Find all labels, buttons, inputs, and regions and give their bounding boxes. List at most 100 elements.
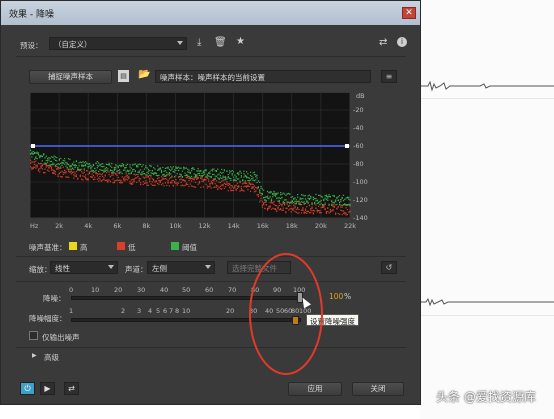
data-point bbox=[268, 197, 270, 200]
data-point bbox=[53, 155, 55, 157]
title-bar: 效果 - 降噪 ✕ bbox=[1, 1, 420, 25]
data-point bbox=[255, 174, 257, 176]
data-point bbox=[43, 163, 45, 165]
data-point bbox=[210, 176, 212, 179]
data-point bbox=[150, 165, 152, 168]
advanced-toggle[interactable]: 高级 bbox=[44, 352, 59, 363]
data-point bbox=[167, 173, 169, 175]
data-point bbox=[66, 176, 68, 178]
loop-icon[interactable]: ⇄ bbox=[64, 382, 79, 395]
data-point bbox=[222, 177, 224, 179]
chevron-right-icon[interactable]: ▶ bbox=[32, 352, 37, 359]
data-point bbox=[252, 177, 254, 179]
data-point bbox=[77, 168, 79, 170]
data-point bbox=[71, 163, 74, 165]
data-point bbox=[71, 167, 74, 169]
data-point bbox=[139, 173, 142, 175]
data-point bbox=[122, 177, 125, 179]
y-tick-label: -120 bbox=[353, 196, 368, 204]
routing-icon[interactable]: ⇄ bbox=[379, 37, 387, 48]
data-point bbox=[92, 164, 95, 166]
data-point bbox=[193, 178, 195, 180]
data-point bbox=[270, 208, 273, 210]
data-point bbox=[162, 183, 164, 185]
data-point bbox=[109, 176, 112, 178]
curve-handle-left bbox=[31, 144, 35, 148]
data-point bbox=[185, 182, 187, 184]
data-point bbox=[235, 184, 237, 186]
data-point bbox=[214, 170, 216, 172]
data-point bbox=[107, 181, 109, 183]
data-point bbox=[60, 167, 62, 169]
close-button[interactable]: 关闭 bbox=[352, 382, 404, 396]
data-point bbox=[221, 180, 223, 182]
data-point bbox=[228, 186, 231, 188]
preset-dropdown[interactable]: （自定义） bbox=[49, 37, 187, 50]
data-point bbox=[251, 187, 253, 190]
channel-dropdown[interactable]: 左侧 bbox=[147, 261, 215, 274]
data-point bbox=[191, 168, 193, 170]
data-point bbox=[81, 178, 83, 180]
data-point bbox=[92, 178, 95, 180]
data-point bbox=[269, 192, 271, 194]
trash-icon[interactable]: 🗑 bbox=[214, 37, 227, 48]
data-point bbox=[277, 206, 279, 208]
data-point bbox=[137, 176, 139, 178]
data-point bbox=[159, 179, 161, 182]
data-point bbox=[126, 174, 129, 176]
data-point bbox=[31, 151, 33, 153]
data-point bbox=[45, 162, 47, 165]
data-point bbox=[121, 172, 123, 175]
data-point bbox=[138, 163, 140, 165]
data-point bbox=[260, 197, 262, 199]
data-point bbox=[253, 174, 256, 176]
info-icon[interactable]: i bbox=[397, 37, 407, 47]
noise-graph[interactable]: dB -20 -40 -60 -80 -100 -120 -140 Hz 2k 4k 6k 8k 10k 1… bbox=[30, 92, 371, 237]
tick-label: 4 bbox=[148, 307, 153, 315]
save-preset-icon[interactable]: ⤓ bbox=[197, 37, 201, 48]
data-point bbox=[240, 175, 242, 177]
data-point bbox=[143, 177, 146, 179]
data-point bbox=[291, 200, 294, 202]
close-icon[interactable]: ✕ bbox=[402, 7, 416, 19]
data-point bbox=[230, 190, 232, 192]
noise-sample-field[interactable]: 噪声样本：噪声样本的当前设置 bbox=[155, 70, 371, 83]
data-point bbox=[146, 167, 148, 169]
data-point bbox=[308, 205, 311, 207]
data-point bbox=[222, 185, 224, 187]
apply-button[interactable]: 应用 bbox=[288, 382, 342, 396]
play-icon[interactable]: ▶ bbox=[40, 382, 55, 395]
data-point bbox=[44, 157, 46, 159]
data-point bbox=[52, 164, 54, 166]
data-point bbox=[323, 204, 325, 206]
data-point bbox=[316, 209, 318, 211]
graph-menu-icon[interactable]: ≡ bbox=[381, 70, 397, 83]
scale-dropdown[interactable]: 线性 bbox=[50, 261, 118, 274]
data-point bbox=[247, 185, 249, 187]
capture-noise-print-button[interactable]: 捕捉噪声样本 bbox=[29, 70, 112, 84]
data-point bbox=[332, 210, 334, 212]
data-point bbox=[33, 163, 36, 165]
data-point bbox=[126, 163, 129, 165]
data-point bbox=[126, 169, 129, 171]
data-point bbox=[230, 179, 232, 181]
data-point bbox=[217, 188, 219, 191]
star-icon[interactable]: ★ bbox=[236, 36, 245, 47]
data-point bbox=[37, 154, 40, 156]
reset-curve-icon[interactable]: ↺ bbox=[381, 261, 397, 274]
save-noise-print-icon[interactable]: ▤ bbox=[118, 70, 129, 82]
data-point bbox=[244, 175, 246, 177]
data-point bbox=[122, 165, 125, 167]
open-folder-icon[interactable]: 📂 bbox=[138, 69, 150, 80]
data-point bbox=[325, 212, 328, 214]
data-point bbox=[299, 198, 301, 200]
data-point bbox=[184, 172, 186, 174]
output-noise-only-checkbox[interactable] bbox=[29, 331, 38, 340]
noise-reduction-value[interactable]: 100 bbox=[329, 292, 343, 301]
data-point bbox=[39, 171, 41, 173]
power-icon[interactable]: ⏻ bbox=[20, 382, 35, 395]
data-point bbox=[132, 183, 134, 185]
data-point bbox=[300, 209, 303, 211]
data-point bbox=[143, 173, 146, 175]
data-point bbox=[41, 160, 43, 162]
